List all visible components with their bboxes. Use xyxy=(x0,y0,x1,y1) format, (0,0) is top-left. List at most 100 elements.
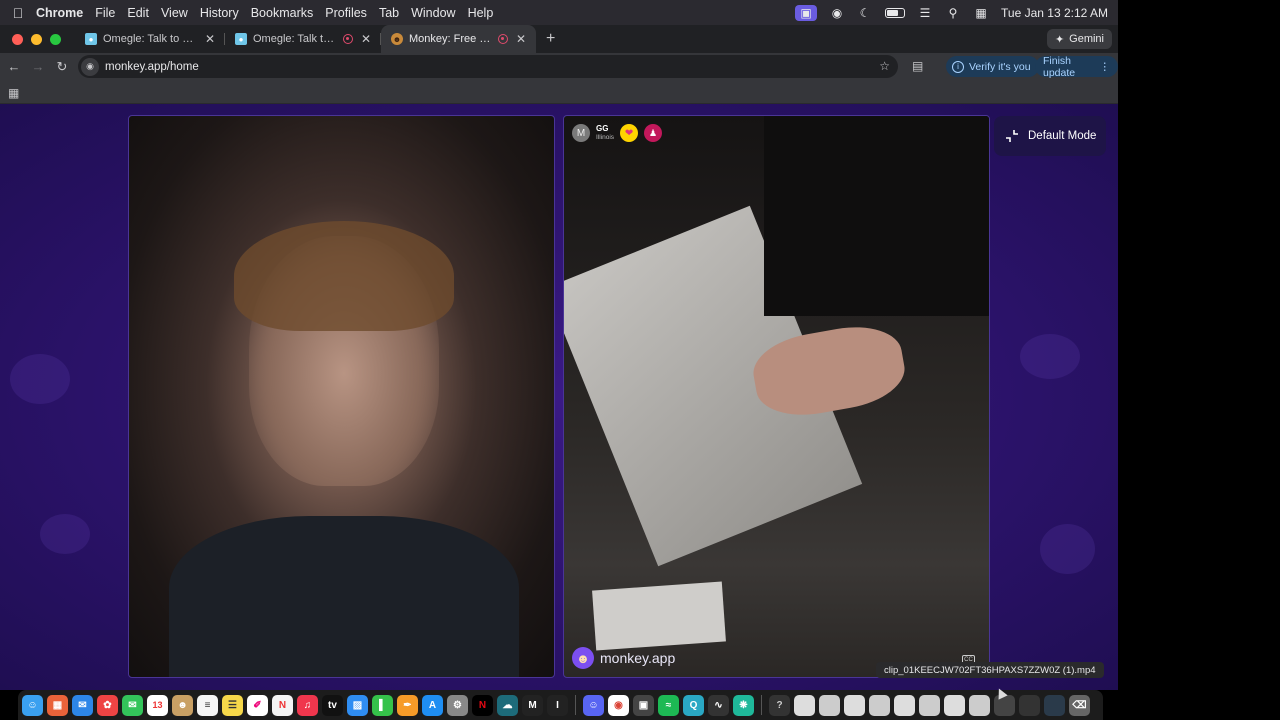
spotify-icon[interactable]: ≈ xyxy=(658,694,679,716)
close-tab-icon[interactable]: ✕ xyxy=(361,32,371,46)
tab-omegle-1[interactable]: ● Omegle: Talk to Strangers with ✕ xyxy=(75,25,225,53)
play-circle-icon[interactable]: ◉ xyxy=(829,5,845,21)
gemini-button[interactable]: ✦ Gemini xyxy=(1046,29,1112,49)
site-info-icon[interactable]: ◉ xyxy=(81,57,99,76)
finish-update-chip[interactable]: Finish update ⋮ xyxy=(1035,55,1118,79)
freeform-icon[interactable]: ✐ xyxy=(247,694,268,716)
monkey-logo-icon: ☻ xyxy=(572,647,594,669)
menu-tab[interactable]: Tab xyxy=(379,6,409,20)
control-center-icon[interactable]: ▦ xyxy=(973,5,989,21)
menu-edit[interactable]: Edit xyxy=(127,6,159,20)
peer-torso xyxy=(764,116,989,316)
menu-clock[interactable]: Tue Jan 13 2:12 AM xyxy=(1001,6,1108,20)
monkey-favicon-icon: ☻ xyxy=(391,33,403,45)
photos-icon[interactable]: ✿ xyxy=(97,694,118,716)
person-jacket xyxy=(169,516,519,677)
tab-strip: ● Omegle: Talk to Strangers with ✕ ● Ome… xyxy=(0,25,1118,53)
peer-avatar[interactable]: M xyxy=(572,124,590,142)
battery-icon[interactable] xyxy=(885,7,906,18)
address-url[interactable]: monkey.app/home xyxy=(105,61,199,73)
macos-menu-bar:  Chrome File Edit View History Bookmark… xyxy=(0,0,1118,25)
system-settings-icon[interactable]: ⚙ xyxy=(447,694,468,716)
heart-icon[interactable]: ❤ xyxy=(620,124,639,142)
status-area: ▣ ◉ ☾ ☰ ⚲ ▦ Tue Jan 13 2:12 AM xyxy=(795,0,1108,25)
keynote-icon[interactable]: ▨ xyxy=(347,694,368,716)
apple-menu-icon[interactable]:  xyxy=(0,5,36,21)
screenshot-thumb-icon[interactable] xyxy=(944,694,965,716)
video-clip-icon[interactable] xyxy=(1019,694,1040,716)
messages-icon[interactable]: ✉ xyxy=(122,694,143,716)
news-icon[interactable]: N xyxy=(272,694,293,716)
minimize-window-button[interactable] xyxy=(31,33,42,45)
guard-badge-icon[interactable]: ♟ xyxy=(644,124,663,142)
menu-help[interactable]: Help xyxy=(468,6,504,20)
menu-view[interactable]: View xyxy=(161,6,198,20)
contacts-icon[interactable]: ☻ xyxy=(172,694,193,716)
numbers-icon[interactable]: ▌ xyxy=(372,694,393,716)
spotlight-search-icon[interactable]: ⚲ xyxy=(945,5,961,21)
wifi-icon[interactable]: ☰ xyxy=(917,5,933,21)
menu-bookmarks[interactable]: Bookmarks xyxy=(251,6,324,20)
apple-tv-icon[interactable]: tv xyxy=(322,694,343,716)
apps-grid-icon[interactable]: ▦ xyxy=(8,86,19,100)
chrome-icon[interactable]: ◉ xyxy=(608,694,629,716)
menu-history[interactable]: History xyxy=(200,6,249,20)
calendar-icon[interactable]: 13 xyxy=(147,694,168,716)
new-tab-icon[interactable]: + xyxy=(546,30,555,48)
menu-profiles[interactable]: Profiles xyxy=(325,6,377,20)
help-icon[interactable]: ? xyxy=(769,694,790,716)
activity-monitor-icon[interactable]: ∿ xyxy=(708,694,729,716)
menu-window[interactable]: Window xyxy=(411,6,465,20)
reminders-icon[interactable]: ≡ xyxy=(197,694,218,716)
bookmark-star-icon[interactable]: ☆ xyxy=(879,59,890,73)
screenshot-thumb-icon[interactable] xyxy=(869,694,890,716)
screenshot-thumb-icon[interactable] xyxy=(819,694,840,716)
screenshot-thumb-icon[interactable] xyxy=(894,694,915,716)
menu-file[interactable]: File xyxy=(95,6,125,20)
tab-omegle-2[interactable]: ● Omegle: Talk to Strangers ✕ xyxy=(225,25,381,53)
mail-icon[interactable]: ✉ xyxy=(72,694,93,716)
dock-item-tooltip: clip_01KEECJW702FT36HPAXS7ZZW0Z (1).mp4 xyxy=(876,662,1104,678)
notes-icon[interactable]: ☰ xyxy=(222,694,243,716)
tab-monkey[interactable]: ☻ Monkey: Free Live Video Chat ✕ xyxy=(381,25,536,53)
tab-title: Monkey: Free Live Video Chat xyxy=(409,33,494,45)
zoom-window-button[interactable] xyxy=(50,33,61,45)
screen-recording-icon[interactable]: ▣ xyxy=(795,4,818,21)
screenshot-thumb-icon[interactable] xyxy=(969,694,990,716)
discord-icon[interactable]: ☺ xyxy=(583,694,604,716)
app-store-icon[interactable]: A xyxy=(422,694,443,716)
verify-identity-chip[interactable]: i Verify it's you xyxy=(946,56,1039,77)
address-bar[interactable]: ◉ monkey.app/home ☆ xyxy=(78,55,898,78)
kebab-menu-icon[interactable]: ⋮ xyxy=(1100,61,1111,73)
screenshot-thumb-icon[interactable] xyxy=(844,694,865,716)
background-blob xyxy=(40,514,90,554)
screenshot-thumb-icon[interactable] xyxy=(919,694,940,716)
verify-label: Verify it's you xyxy=(969,60,1031,73)
chatgpt-icon[interactable]: ❋ xyxy=(733,694,754,716)
downloads-stack-icon[interactable] xyxy=(1044,694,1065,716)
preview-icon[interactable]: ☁ xyxy=(497,694,518,716)
close-window-button[interactable] xyxy=(12,33,23,45)
medium-icon[interactable]: M xyxy=(522,694,543,716)
dock-separator xyxy=(761,695,762,715)
reload-icon[interactable]: ↻ xyxy=(50,59,74,75)
default-mode-button[interactable]: Default Mode xyxy=(994,116,1106,156)
cursor-app-icon[interactable]: I xyxy=(547,694,568,716)
close-tab-icon[interactable]: ✕ xyxy=(205,32,215,46)
music-icon[interactable]: ♫ xyxy=(297,694,318,716)
screenshot-thumb-icon[interactable] xyxy=(794,694,815,716)
close-tab-icon[interactable]: ✕ xyxy=(516,32,526,46)
claquette-icon[interactable]: ▣ xyxy=(633,694,654,716)
menu-app-name[interactable]: Chrome xyxy=(36,6,93,20)
focus-moon-icon[interactable]: ☾ xyxy=(857,5,873,21)
quicktime-icon[interactable]: Q xyxy=(683,694,704,716)
finder-icon[interactable]: ☺ xyxy=(22,694,43,716)
netflix-icon[interactable]: N xyxy=(472,694,493,716)
back-arrow-icon[interactable]: ← xyxy=(2,59,26,74)
pages-icon[interactable]: ✒ xyxy=(397,694,418,716)
cast-tab-search-icon[interactable]: ▤ xyxy=(912,59,923,73)
forward-arrow-icon[interactable]: → xyxy=(26,59,50,74)
launchpad-icon[interactable]: ▦ xyxy=(47,694,68,716)
trash-icon[interactable]: ⌫ xyxy=(1069,694,1090,716)
tab-title: Omegle: Talk to Strangers with xyxy=(103,33,197,45)
